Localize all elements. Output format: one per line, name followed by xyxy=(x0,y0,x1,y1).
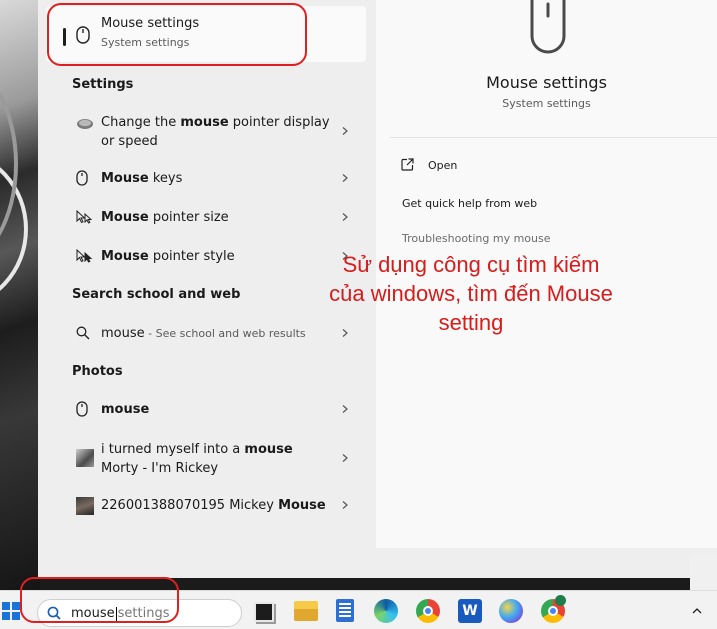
result-label-bold: Mouse xyxy=(101,171,149,186)
pointer-size-icon xyxy=(76,210,93,224)
result-web-search[interactable]: mouse - See school and web results xyxy=(38,324,368,344)
detail-divider xyxy=(390,137,717,138)
troubleshoot-action[interactable]: Troubleshooting my mouse xyxy=(402,232,551,245)
quick-help-action[interactable]: Get quick help from web xyxy=(402,197,537,210)
result-pointer-display[interactable]: Change the mouse pointer display or spee… xyxy=(38,113,368,151)
paint-icon[interactable] xyxy=(499,599,523,623)
open-action[interactable]: Open xyxy=(428,159,457,172)
chrome-icon[interactable] xyxy=(416,599,440,623)
result-label-line2: or speed xyxy=(101,134,158,149)
result-label-post: pointer size xyxy=(148,210,229,225)
result-label-bold: Mouse xyxy=(278,498,326,513)
result-label-post: pointer display xyxy=(228,115,330,130)
result-label-line2: Morty - I'm Rickey xyxy=(101,461,219,476)
detail-subtitle: System settings xyxy=(502,97,591,110)
chevron-right-icon xyxy=(342,454,348,462)
web-result-label: mouse xyxy=(101,326,145,341)
pointer-style-icon xyxy=(76,249,93,263)
result-label-pre: i turned myself into a xyxy=(101,442,245,457)
highlight-outline xyxy=(20,577,179,623)
result-pointer-style[interactable]: Mouse pointer style xyxy=(38,247,368,267)
touchpad-icon xyxy=(77,119,93,129)
result-label-post: keys xyxy=(148,171,183,186)
search-icon xyxy=(76,326,90,340)
annotation-text: Sử dụng công cụ tìm kiếm của windows, tì… xyxy=(329,252,613,335)
chevron-right-icon xyxy=(342,174,348,182)
result-mouse-keys[interactable]: Mouse keys xyxy=(38,169,368,189)
photo-thumbnail xyxy=(76,497,94,515)
chevron-right-icon xyxy=(342,501,348,509)
windows-start-icon[interactable] xyxy=(2,602,20,620)
chevron-up-icon[interactable] xyxy=(692,607,702,614)
result-label-post: pointer style xyxy=(148,249,235,264)
task-view-icon[interactable] xyxy=(254,602,274,622)
section-search-web: Search school and web xyxy=(72,287,241,302)
web-result-sub: - See school and web results xyxy=(144,327,306,340)
open-external-icon xyxy=(401,158,414,171)
photo-result-mouse[interactable]: mouse xyxy=(38,400,368,420)
result-pointer-size[interactable]: Mouse pointer size xyxy=(38,208,368,228)
result-label-pre: 226001388070195 Mickey xyxy=(101,498,279,513)
mouse-icon xyxy=(76,170,88,186)
detail-title: Mouse settings xyxy=(486,73,607,92)
photo-result-morty[interactable]: i turned myself into a mouse Morty - I'm… xyxy=(38,440,368,478)
chevron-right-icon xyxy=(342,405,348,413)
section-settings: Settings xyxy=(72,77,134,92)
word-icon[interactable]: W xyxy=(458,599,482,623)
section-photos: Photos xyxy=(72,364,123,379)
file-explorer-icon[interactable] xyxy=(294,601,318,621)
photo-thumbnail xyxy=(76,449,94,467)
result-label-pre: Change the xyxy=(101,115,181,130)
result-label-bold: Mouse xyxy=(101,249,149,264)
result-label-bold: Mouse xyxy=(101,210,149,225)
chrome-profile-icon[interactable] xyxy=(541,595,566,623)
mouse-icon xyxy=(76,401,88,417)
notepad-icon[interactable] xyxy=(336,599,354,622)
chevron-right-icon xyxy=(342,213,348,221)
result-label-bold: mouse xyxy=(180,115,229,130)
desktop-edge xyxy=(690,555,717,590)
desktop-wallpaper xyxy=(0,0,40,590)
highlight-outline xyxy=(47,3,307,66)
mouse-icon xyxy=(530,0,566,54)
edge-browser-icon[interactable] xyxy=(374,599,398,623)
result-label-bold: mouse xyxy=(244,442,293,457)
photo-result-mickey[interactable]: 226001388070195 Mickey Mouse xyxy=(38,496,368,516)
result-label-bold: mouse xyxy=(101,402,150,417)
chevron-right-icon xyxy=(342,127,348,135)
